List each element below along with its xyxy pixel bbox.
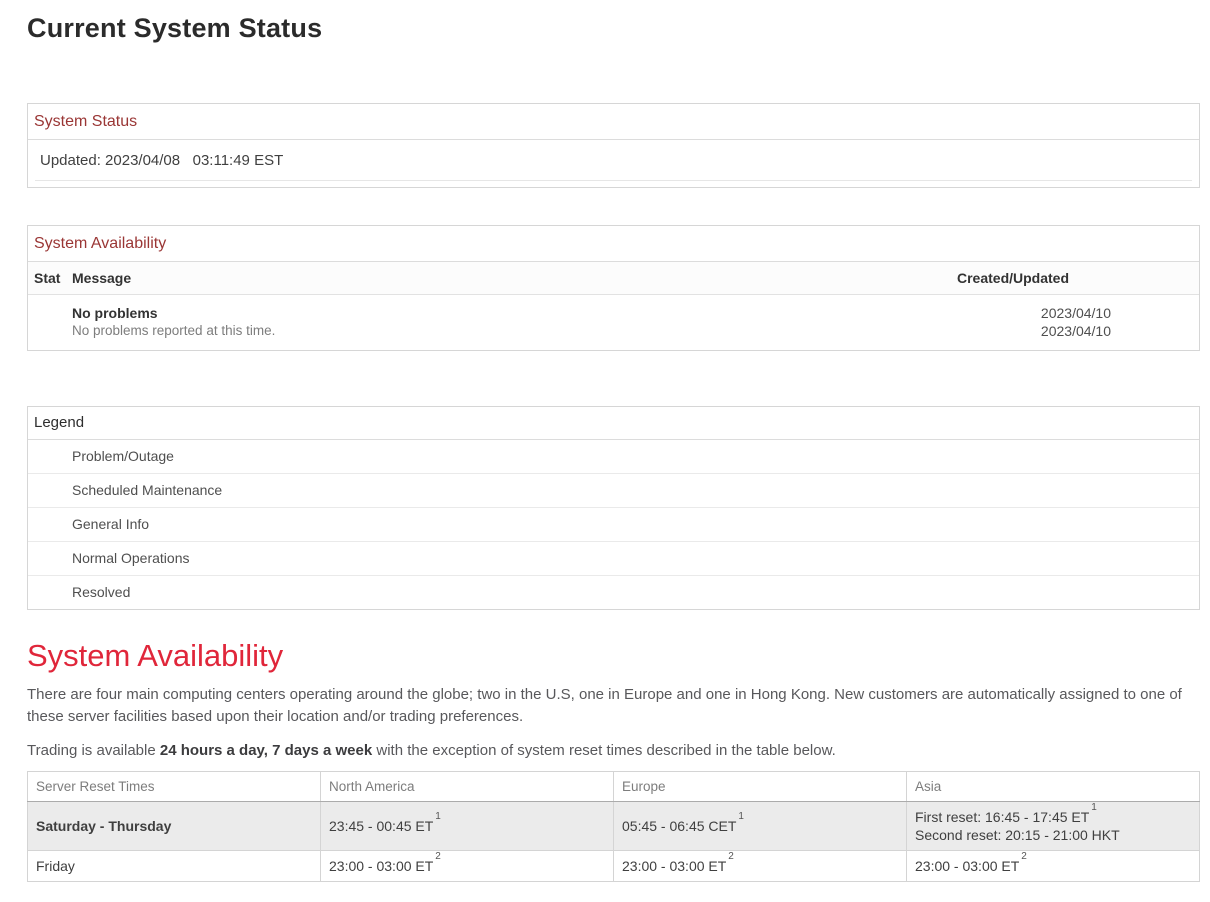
column-header-stat: Stat: [28, 270, 72, 286]
trading-paragraph-suffix: with the exception of system reset times…: [372, 742, 836, 759]
legend-item-scheduled-maintenance: Scheduled Maintenance: [28, 474, 1199, 508]
footnote-marker: 1: [1091, 802, 1097, 813]
table-header-europe: Europe: [614, 772, 907, 802]
page-container: Current System Status System Status Upda…: [27, 12, 1200, 882]
message-title: No problems: [72, 304, 919, 322]
table-header-north-america: North America: [321, 772, 614, 802]
footnote-marker: 1: [738, 811, 744, 822]
updated-date: 2023/04/10: [919, 322, 1111, 340]
message-cell: No problems No problems reported at this…: [72, 304, 919, 340]
legend-item-normal-operations: Normal Operations: [28, 542, 1199, 576]
created-updated-cell: 2023/04/10 2023/04/10: [919, 304, 1199, 340]
footnote-marker: 2: [1021, 851, 1027, 862]
column-header-message: Message: [72, 270, 919, 286]
legend-item-resolved: Resolved: [28, 576, 1199, 609]
legend-item-general-info: General Info: [28, 508, 1199, 542]
created-date: 2023/04/10: [919, 304, 1111, 322]
availability-panel: System Availability Stat Message Created…: [27, 225, 1200, 351]
reset-time-cell-asia: First reset: 16:45 - 17:45 ET1 Second re…: [907, 802, 1200, 851]
availability-panel-header: System Availability: [28, 226, 1199, 262]
status-updated-text: Updated: 2023/04/08 03:11:49 EST: [28, 140, 1199, 170]
panel-footer-spacer: [28, 181, 1199, 187]
reset-time-cell-europe: 05:45 - 06:45 CET1: [614, 802, 907, 851]
reset-time-cell-na: 23:00 - 03:00 ET2: [321, 851, 614, 882]
footnote-marker: 1: [435, 811, 441, 822]
availability-row: No problems No problems reported at this…: [28, 295, 1199, 350]
reset-table-header-row: Server Reset Times North America Europe …: [28, 772, 1200, 802]
availability-column-headers: Stat Message Created/Updated: [28, 262, 1199, 295]
trading-paragraph-prefix: Trading is available: [27, 742, 160, 759]
legend-panel: Legend Problem/Outage Scheduled Maintena…: [27, 406, 1200, 610]
trading-paragraph: Trading is available 24 hours a day, 7 d…: [27, 740, 1200, 762]
system-status-panel: System Status Updated: 2023/04/08 03:11:…: [27, 103, 1200, 188]
reset-time-cell-asia: 23:00 - 03:00 ET2: [907, 851, 1200, 882]
section-heading: System Availability: [27, 637, 1200, 674]
legend-panel-header: Legend: [28, 407, 1199, 440]
reset-time-text: 23:00 - 03:00 ET: [622, 858, 726, 874]
footnote-marker: 2: [728, 851, 734, 862]
asia-second-reset: Second reset: 20:15 - 21:00 HKT: [915, 826, 1191, 844]
trading-paragraph-bold: 24 hours a day, 7 days a week: [160, 742, 372, 759]
day-label-cell: Friday: [28, 851, 321, 882]
table-header-asia: Asia: [907, 772, 1200, 802]
reset-time-cell-na: 23:45 - 00:45 ET1: [321, 802, 614, 851]
table-row-saturday-thursday: Saturday - Thursday 23:45 - 00:45 ET1 05…: [28, 802, 1200, 851]
reset-time-text: 23:00 - 03:00 ET: [329, 858, 433, 874]
asia-first-reset: First reset: 16:45 - 17:45 ET1: [915, 808, 1191, 826]
reset-time-text: 23:00 - 03:00 ET: [915, 858, 1019, 874]
reset-table: Server Reset Times North America Europe …: [27, 771, 1200, 882]
table-row-friday: Friday 23:00 - 03:00 ET2 23:00 - 03:00 E…: [28, 851, 1200, 882]
reset-time-text: 23:45 - 00:45 ET: [329, 818, 433, 834]
day-label-cell: Saturday - Thursday: [28, 802, 321, 851]
reset-time-text: First reset: 16:45 - 17:45 ET: [915, 809, 1089, 825]
status-icon-cell: [28, 304, 72, 340]
system-status-panel-header: System Status: [28, 104, 1199, 140]
legend-item-problem-outage: Problem/Outage: [28, 440, 1199, 474]
intro-paragraph: There are four main computing centers op…: [27, 684, 1200, 728]
reset-time-text: Second reset: 20:15 - 21:00 HKT: [915, 827, 1120, 843]
reset-time-cell-europe: 23:00 - 03:00 ET2: [614, 851, 907, 882]
message-description: No problems reported at this time.: [72, 322, 919, 340]
page-title: Current System Status: [27, 12, 1200, 45]
reset-time-text: 05:45 - 06:45 CET: [622, 818, 736, 834]
footnote-marker: 2: [435, 851, 441, 862]
table-header-server-reset-times: Server Reset Times: [28, 772, 321, 802]
column-header-created-updated: Created/Updated: [919, 270, 1199, 286]
